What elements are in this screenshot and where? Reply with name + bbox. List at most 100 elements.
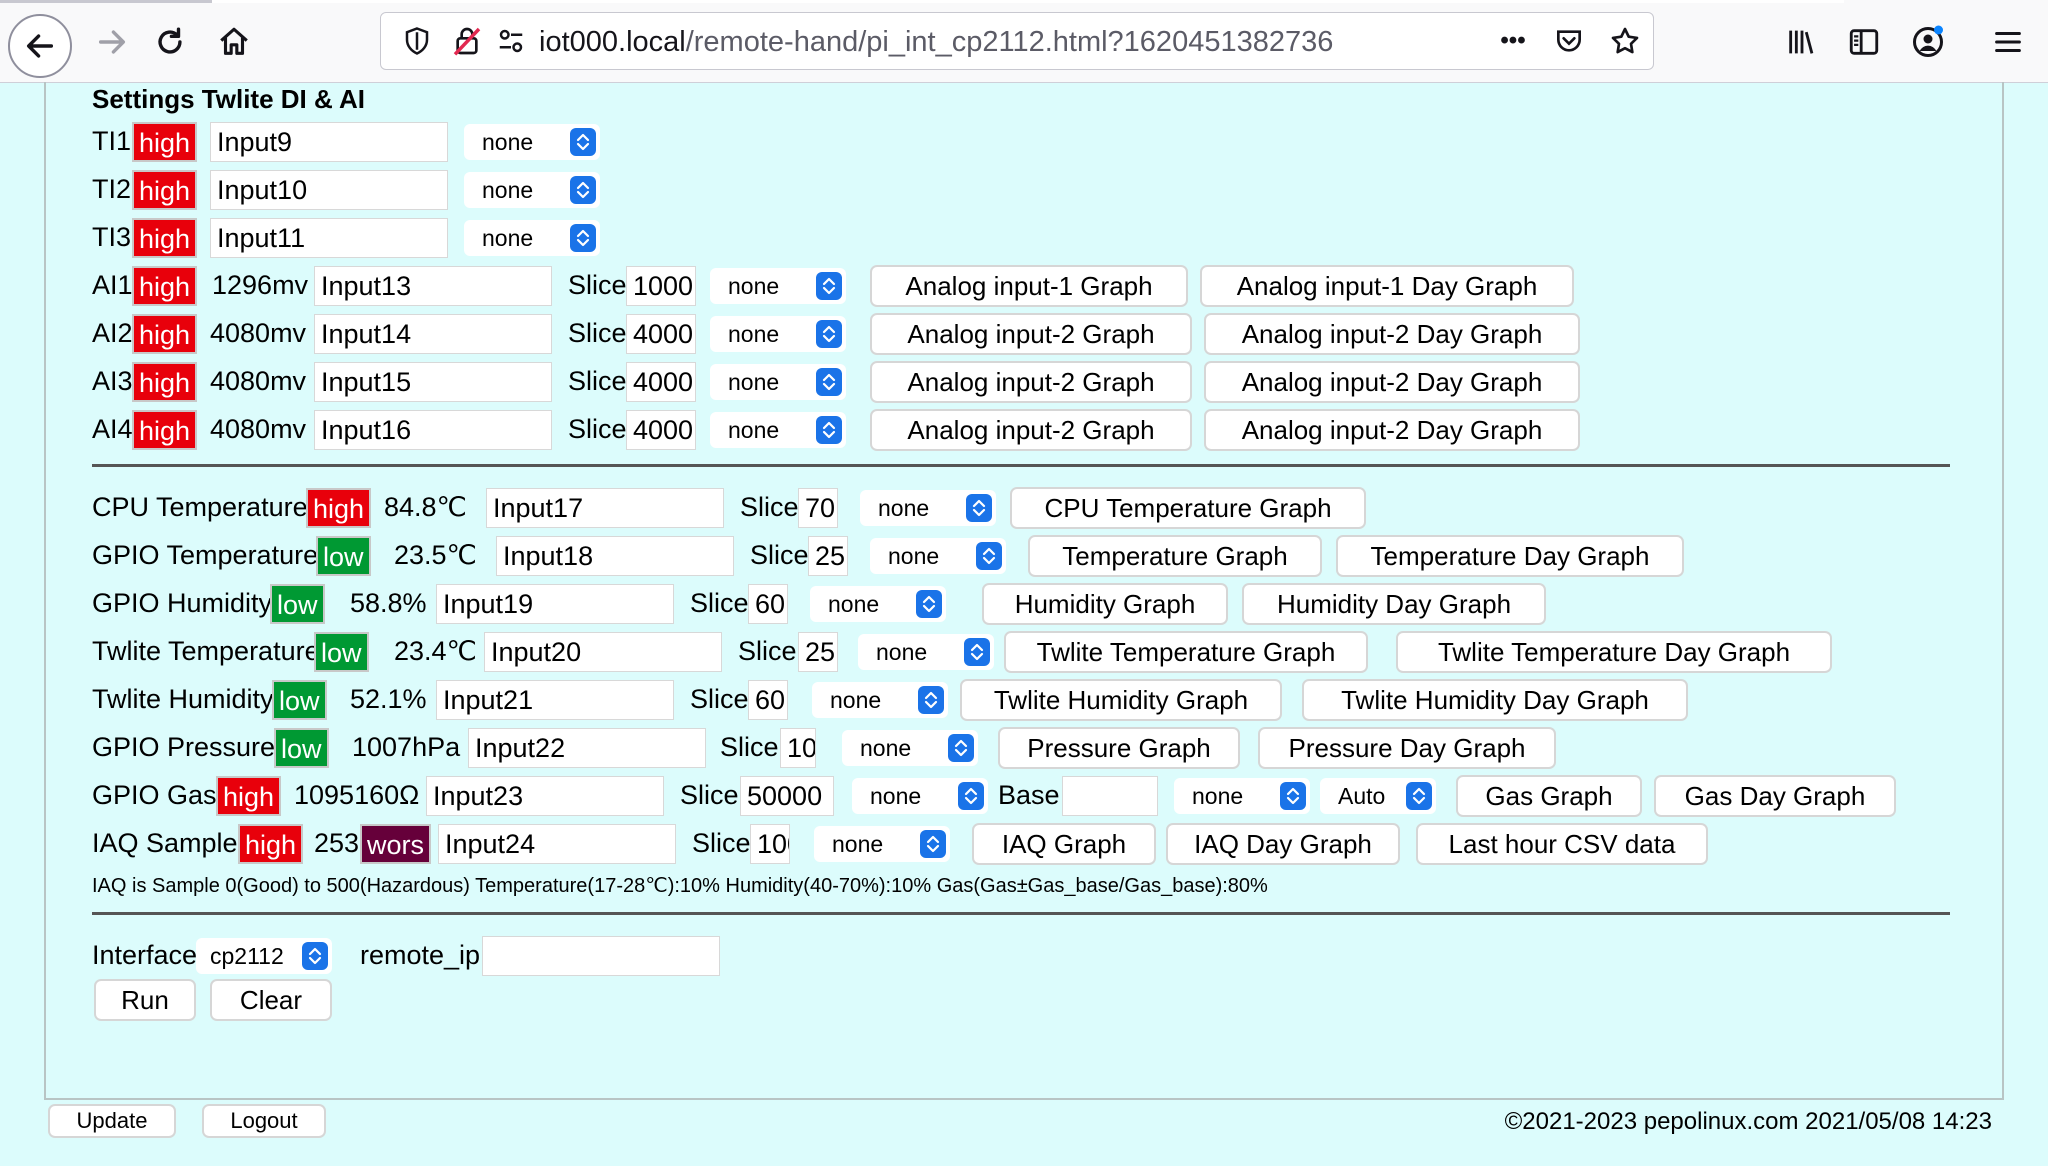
twlite-humidity-name-input[interactable]: Input21 — [436, 680, 674, 720]
ai2-name-input[interactable]: Input14 — [314, 314, 552, 354]
twlite-temp-name-input[interactable]: Input20 — [484, 632, 722, 672]
ai4-slice-input[interactable]: 4000 — [626, 410, 696, 450]
iaq-graph-button[interactable]: IAQ Graph — [972, 823, 1156, 865]
gpio-gas-name-input[interactable]: Input23 — [426, 776, 664, 816]
select-arrows-icon — [948, 734, 974, 762]
ai2-select[interactable]: none — [710, 316, 846, 352]
back-button[interactable] — [8, 14, 72, 78]
bookmark-star-icon[interactable] — [1605, 21, 1645, 61]
ti3-select[interactable]: none — [464, 220, 600, 256]
ai4-select[interactable]: none — [710, 412, 846, 448]
gpio-gas-base-select[interactable]: none — [1174, 778, 1310, 814]
gpio-gas-auto-select[interactable]: Auto — [1320, 778, 1436, 814]
gpio-pressure-day-graph-button[interactable]: Pressure Day Graph — [1258, 727, 1556, 769]
ai3-select[interactable]: none — [710, 364, 846, 400]
cpu-temp-select[interactable]: none — [860, 490, 996, 526]
address-bar[interactable]: iot000.local/remote-hand/pi_int_cp2112.h… — [380, 12, 1654, 70]
gpio-humidity-name-input[interactable]: Input19 — [436, 584, 674, 624]
library-icon[interactable] — [1780, 20, 1824, 64]
ai3-graph-button[interactable]: Analog input-2 Graph — [870, 361, 1192, 403]
ai4-day-graph-button[interactable]: Analog input-2 Day Graph — [1204, 409, 1580, 451]
ai1-select[interactable]: none — [710, 268, 846, 304]
ai2-graph-button[interactable]: Analog input-2 Graph — [870, 313, 1192, 355]
gpio-gas-base-input[interactable] — [1062, 776, 1158, 816]
interface-select[interactable]: cp2112 — [196, 938, 332, 974]
last-hour-csv-button[interactable]: Last hour CSV data — [1416, 823, 1708, 865]
gpio-pressure-name-input[interactable]: Input22 — [468, 728, 706, 768]
gpio-humidity-day-graph-button[interactable]: Humidity Day Graph — [1242, 583, 1546, 625]
twlite-temp-select[interactable]: none — [858, 634, 994, 670]
home-button[interactable] — [206, 14, 262, 70]
hamburger-menu-icon[interactable] — [1986, 20, 2030, 64]
insecure-connection-icon[interactable] — [447, 21, 487, 61]
ai3-name-input[interactable]: Input15 — [314, 362, 552, 402]
twlite-humidity-select[interactable]: none — [812, 682, 948, 718]
run-button[interactable]: Run — [94, 979, 196, 1021]
select-arrows-icon — [964, 638, 990, 666]
twlite-temp-slice-input[interactable]: 25 — [798, 632, 838, 672]
twlite-humidity-slice-input[interactable]: 60 — [748, 680, 788, 720]
ti2-select[interactable]: none — [464, 172, 600, 208]
ai2-day-graph-button[interactable]: Analog input-2 Day Graph — [1204, 313, 1580, 355]
gpio-gas-label: GPIO Gas — [92, 780, 217, 810]
cpu-temp-slice-input[interactable]: 70 — [798, 488, 838, 528]
reload-button[interactable] — [142, 14, 198, 70]
clear-button[interactable]: Clear — [210, 979, 332, 1021]
ti1-label: TI1 — [92, 126, 132, 156]
forward-button[interactable] — [84, 14, 140, 70]
pocket-icon[interactable] — [1549, 21, 1589, 61]
ai1-name-input[interactable]: Input13 — [314, 266, 552, 306]
gpio-temp-day-graph-button[interactable]: Temperature Day Graph — [1336, 535, 1684, 577]
sidebar-icon[interactable] — [1842, 20, 1886, 64]
cpu-temp-name-input[interactable]: Input17 — [486, 488, 724, 528]
gpio-pressure-select[interactable]: none — [842, 730, 978, 766]
url-text[interactable]: iot000.local/remote-hand/pi_int_cp2112.h… — [539, 26, 1333, 59]
gpio-gas-slice-input[interactable]: 50000 — [740, 776, 834, 816]
cpu-temp-graph-button[interactable]: CPU Temperature Graph — [1010, 487, 1366, 529]
back-arrow-icon — [26, 34, 54, 58]
gpio-gas-graph-button[interactable]: Gas Graph — [1456, 775, 1642, 817]
iaq-select[interactable]: none — [814, 826, 950, 862]
ai4-name-input[interactable]: Input16 — [314, 410, 552, 450]
gpio-pressure-graph-button[interactable]: Pressure Graph — [998, 727, 1240, 769]
iaq-name-input[interactable]: Input24 — [438, 824, 676, 864]
gpio-humidity-select[interactable]: none — [810, 586, 946, 622]
ti1-name-input[interactable]: Input9 — [210, 122, 448, 162]
gpio-temp-graph-button[interactable]: Temperature Graph — [1028, 535, 1322, 577]
ai2-slice-input[interactable]: 4000 — [626, 314, 696, 354]
iaq-slice-input[interactable]: 100 — [750, 824, 790, 864]
update-button[interactable]: Update — [48, 1104, 176, 1138]
gpio-temp-name-input[interactable]: Input18 — [496, 536, 734, 576]
gpio-humidity-slice-input[interactable]: 60 — [748, 584, 788, 624]
ai1-graph-button[interactable]: Analog input-1 Graph — [870, 265, 1188, 307]
ti1-select[interactable]: none — [464, 124, 600, 160]
gpio-gas-select[interactable]: none — [852, 778, 988, 814]
ai3-slice-input[interactable]: 4000 — [626, 362, 696, 402]
account-icon[interactable] — [1906, 20, 1950, 64]
gpio-temp-slice-input[interactable]: 25 — [808, 536, 848, 576]
twlite-humidity-graph-button[interactable]: Twlite Humidity Graph — [960, 679, 1282, 721]
select-arrows-icon — [570, 224, 596, 252]
gpio-temp-select[interactable]: none — [870, 538, 1006, 574]
twlite-temp-day-graph-button[interactable]: Twlite Temperature Day Graph — [1396, 631, 1832, 673]
select-arrows-icon — [816, 368, 842, 396]
ai4-graph-button[interactable]: Analog input-2 Graph — [870, 409, 1192, 451]
gpio-humidity-slice-label: Slice — [690, 588, 749, 618]
shield-icon[interactable] — [397, 21, 437, 61]
gpio-humidity-graph-button[interactable]: Humidity Graph — [982, 583, 1228, 625]
twlite-humidity-day-graph-button[interactable]: Twlite Humidity Day Graph — [1302, 679, 1688, 721]
ti3-label: TI3 — [92, 222, 132, 252]
ai1-slice-input[interactable]: 1000 — [626, 266, 696, 306]
ti3-name-input[interactable]: Input11 — [210, 218, 448, 258]
ti2-name-input[interactable]: Input10 — [210, 170, 448, 210]
ai3-day-graph-button[interactable]: Analog input-2 Day Graph — [1204, 361, 1580, 403]
gpio-pressure-slice-input[interactable]: 1010 — [780, 728, 816, 768]
iaq-day-graph-button[interactable]: IAQ Day Graph — [1166, 823, 1400, 865]
remote-ip-input[interactable] — [482, 936, 720, 976]
site-permissions-icon[interactable] — [491, 21, 531, 61]
gpio-gas-day-graph-button[interactable]: Gas Day Graph — [1654, 775, 1896, 817]
twlite-temp-graph-button[interactable]: Twlite Temperature Graph — [1004, 631, 1368, 673]
ai1-day-graph-button[interactable]: Analog input-1 Day Graph — [1200, 265, 1574, 307]
logout-button[interactable]: Logout — [202, 1104, 326, 1138]
page-actions-menu-icon[interactable]: ••• — [1493, 21, 1533, 61]
